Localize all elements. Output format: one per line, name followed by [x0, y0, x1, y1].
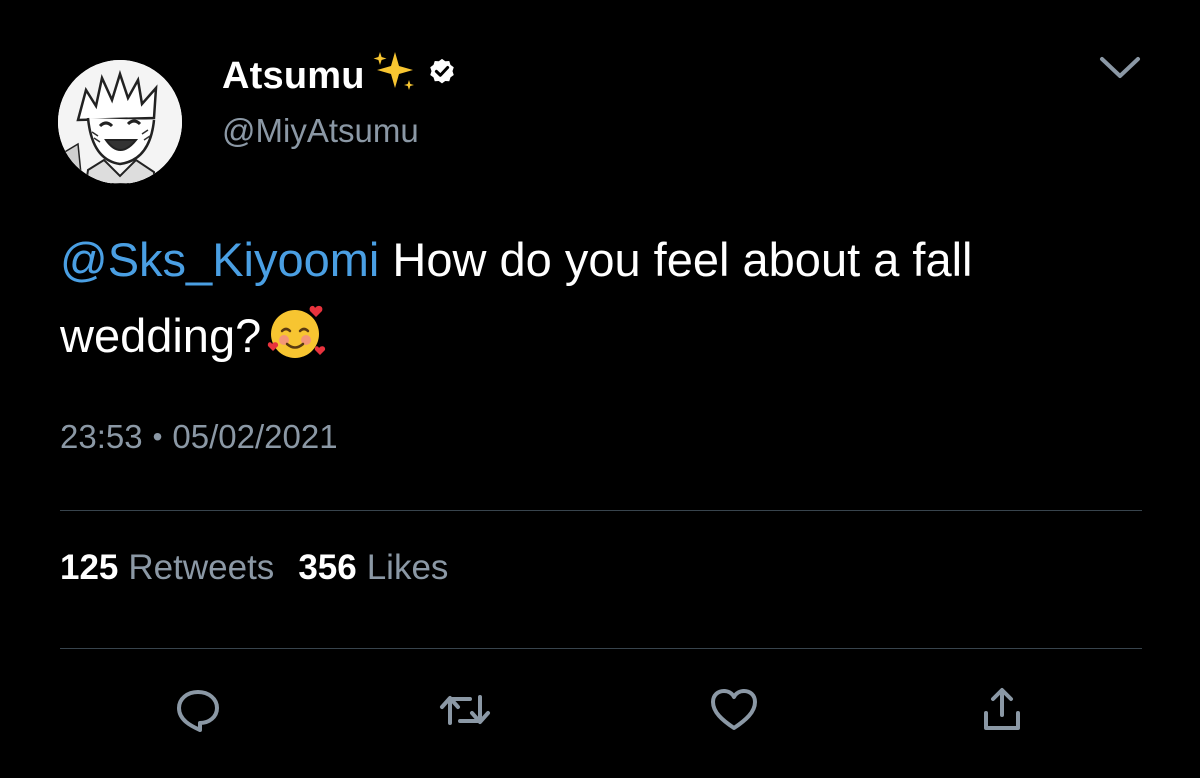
- sparkles-icon: [371, 50, 417, 97]
- verified-icon: [427, 57, 457, 92]
- display-name[interactable]: Atsumu: [222, 55, 365, 98]
- avatar[interactable]: [58, 60, 182, 184]
- timestamp-separator: •: [152, 421, 163, 452]
- retweets-count: 125: [60, 548, 119, 587]
- author-name-row[interactable]: Atsumu: [222, 50, 457, 100]
- tweet-text: @Sks_Kiyoomi How do you feel about a fal…: [60, 222, 1160, 384]
- reply-button[interactable]: [168, 682, 228, 742]
- retweet-button[interactable]: [435, 682, 495, 742]
- reply-icon: [173, 685, 223, 740]
- tweet-time: 23:53: [60, 418, 143, 455]
- author-handle[interactable]: @MiyAtsumu: [222, 112, 419, 150]
- likes-label: Likes: [366, 548, 449, 587]
- tweet-detail: Atsumu @MiyAtsumu @Sks_Kiyoomi How do yo…: [0, 0, 1200, 778]
- engagement-stats: 125 Retweets 356 Likes: [60, 548, 448, 588]
- likes-stat[interactable]: 356 Likes: [298, 548, 448, 588]
- like-button[interactable]: [704, 682, 764, 742]
- retweet-icon: [438, 685, 492, 740]
- mention-link[interactable]: @Sks_Kiyoomi: [60, 233, 379, 286]
- tweet-date: 05/02/2021: [172, 418, 338, 455]
- avatar-illustration: [58, 60, 182, 184]
- timestamp[interactable]: 23:53 • 05/02/2021: [60, 418, 338, 456]
- retweets-stat[interactable]: 125 Retweets: [60, 548, 274, 588]
- retweets-label: Retweets: [128, 548, 275, 587]
- chevron-down-icon[interactable]: [1096, 50, 1144, 86]
- like-icon: [708, 686, 760, 739]
- share-button[interactable]: [972, 682, 1032, 742]
- likes-count: 356: [298, 548, 357, 587]
- divider: [60, 648, 1142, 649]
- share-icon: [978, 685, 1026, 740]
- smiling-face-with-hearts-icon: [263, 302, 329, 384]
- divider: [60, 510, 1142, 511]
